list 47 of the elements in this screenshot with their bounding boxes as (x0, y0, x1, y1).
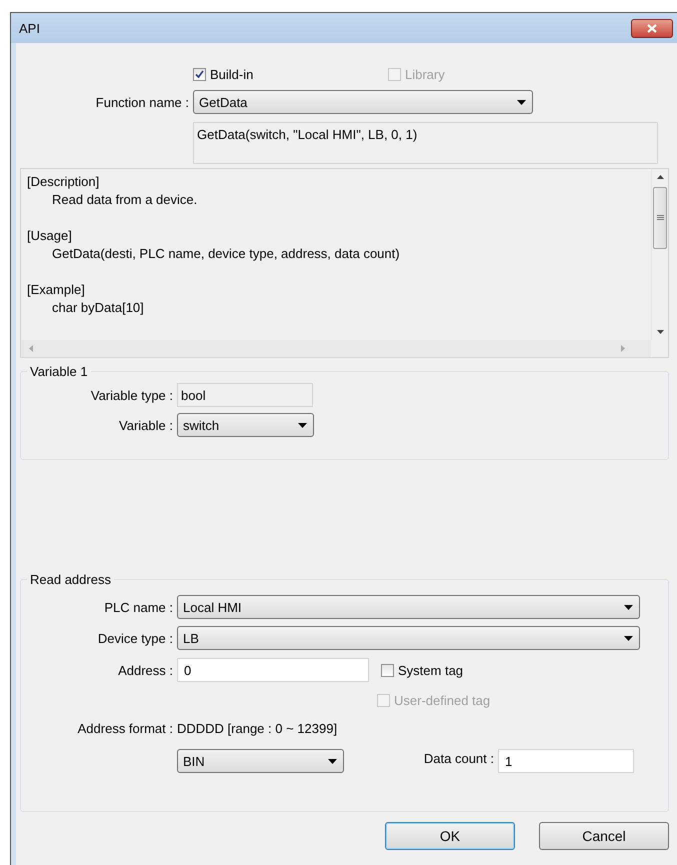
grip-icon (656, 215, 664, 221)
section-text: Read data from a device. (51, 191, 198, 209)
checkbox[interactable]: Build-in (193, 67, 254, 82)
function-name-dropdown[interactable]: GetData (193, 90, 533, 114)
section-heading: [Description] (27, 173, 100, 191)
variable-type-field: bool (177, 383, 313, 407)
dropdown-caret-icon (517, 100, 526, 104)
dropdown-caret-icon (328, 758, 337, 764)
vertical-scrollbar[interactable] (651, 169, 668, 340)
variable-label: Variable : (118, 418, 173, 432)
dialog-button[interactable]: OK (385, 822, 515, 850)
checkmark-icon (195, 70, 204, 79)
plc-name-dropdown[interactable]: Local HMI (177, 595, 640, 619)
variable-dropdown[interactable]: switch (177, 413, 314, 437)
scroll-down-icon (656, 330, 664, 334)
scroll-up-icon (656, 175, 664, 179)
function-name-label: Function name : (94, 94, 189, 110)
scroll-right-icon (621, 345, 625, 352)
device-type-dropdown[interactable]: LB (177, 626, 640, 650)
section-heading: [Example] (27, 281, 86, 299)
address-label: Address : (117, 662, 173, 678)
section-heading: [Usage] (27, 227, 73, 245)
variable-type-label: Variable type : (90, 388, 173, 402)
window-title: API (19, 20, 40, 36)
checkbox[interactable]: System tag (381, 662, 464, 678)
group-title: Variable 1 (29, 364, 89, 379)
dialog-button[interactable]: Cancel (539, 822, 669, 850)
device-type-label: Device type : (96, 630, 173, 646)
plc-name-label: PLC name : (103, 600, 173, 614)
section-text: char byData[10] (51, 299, 145, 317)
scroll-left-icon (29, 345, 33, 352)
formula-field: GetData(switch, "Local HMI", LB, 0, 1) (193, 122, 658, 164)
data-count-field[interactable]: 1 (498, 749, 634, 773)
data-count-label: Data count : (422, 750, 494, 766)
dropdown-caret-icon (624, 604, 633, 610)
close-button[interactable] (631, 18, 673, 38)
group-title: Read address (29, 572, 112, 587)
scroll-thumb[interactable] (653, 187, 667, 249)
horizontal-scrollbar[interactable] (21, 340, 651, 357)
close-icon (647, 24, 657, 32)
dropdown-caret-icon (298, 422, 307, 428)
address-format-value: DDDDD [range : 0 ~ 12399] (177, 721, 338, 736)
dropdown-caret-icon (624, 636, 633, 640)
address-field[interactable]: 0 (177, 658, 369, 682)
format-dropdown[interactable]: BIN (177, 749, 344, 773)
section-text: GetData(desti, PLC name, device type, address, data count) (51, 245, 401, 263)
address-format-label: Address format : (76, 721, 173, 736)
